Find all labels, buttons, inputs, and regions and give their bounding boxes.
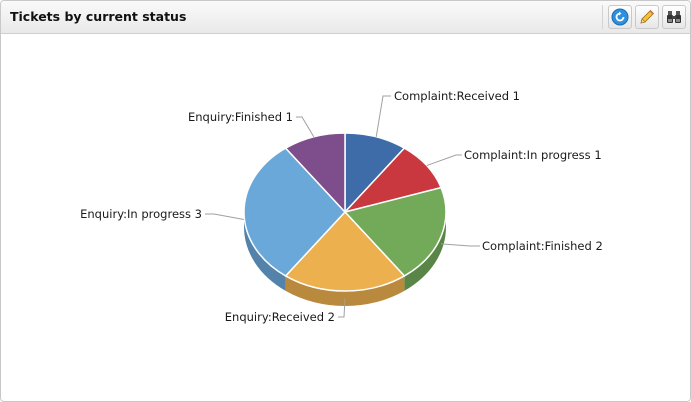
leader-line [441, 243, 480, 247]
slice-label: Complaint:Finished 2 [482, 239, 603, 253]
slice-label: Complaint:Received 1 [394, 89, 520, 103]
pie-chart: Complaint:Received 1 Complaint:In progres… [80, 89, 603, 324]
leader-line [375, 95, 391, 137]
leader-line [426, 154, 462, 167]
slice-label: Enquiry:Finished 1 [188, 110, 293, 124]
slice-label: Enquiry:In progress 3 [80, 207, 202, 221]
slice-label: Enquiry:Received 2 [225, 310, 335, 324]
slice-label: Complaint:In progress 1 [464, 148, 602, 162]
leader-line [205, 213, 245, 220]
leader-line [296, 116, 315, 138]
